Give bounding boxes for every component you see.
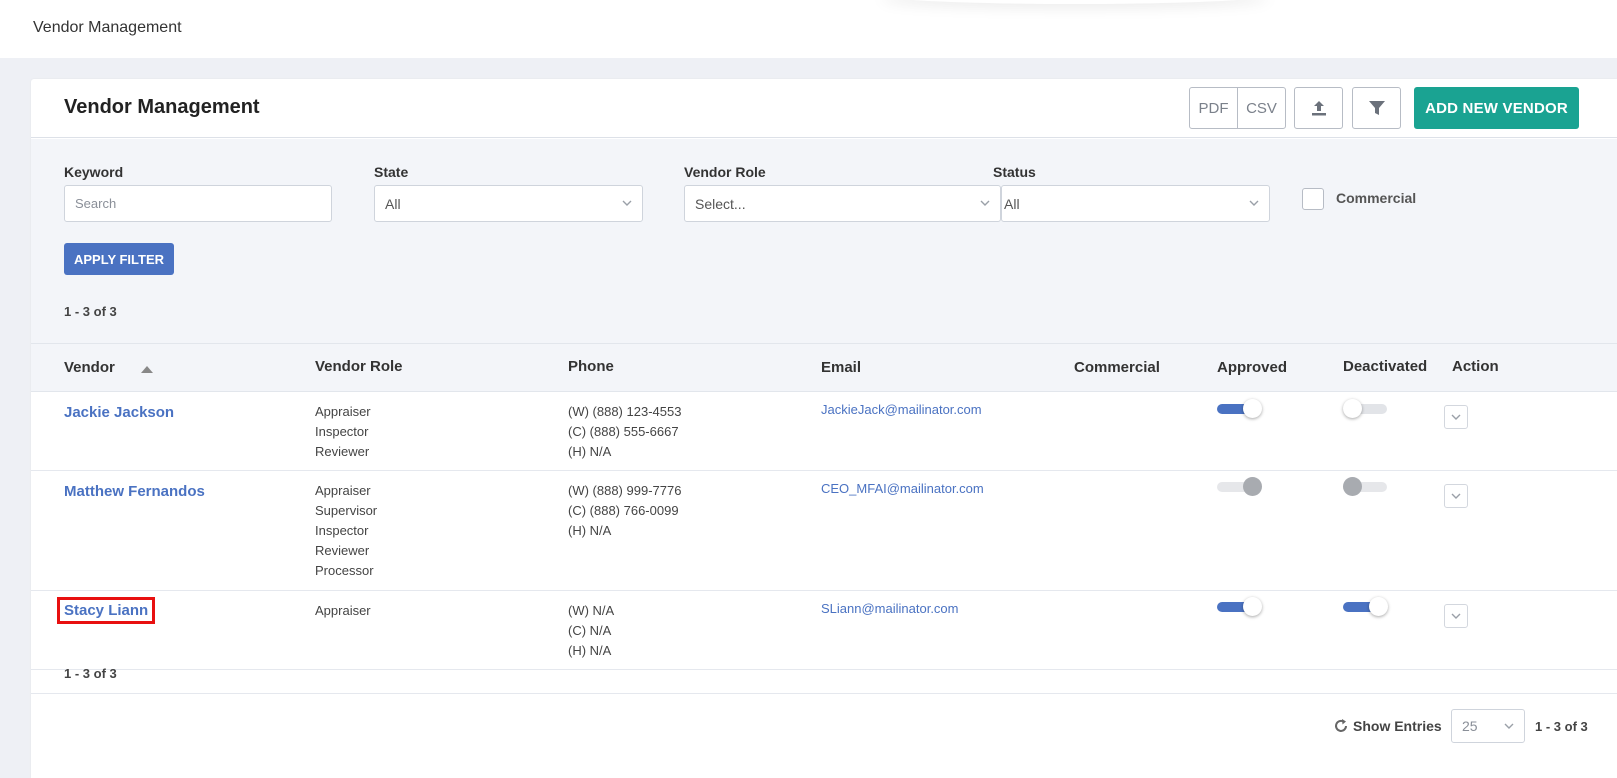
page-count: 1 - 3 of 3 [1535, 719, 1588, 734]
chevron-down-icon [1451, 613, 1461, 619]
column-header-vendor[interactable]: Vendor [64, 359, 115, 376]
phone-item: (C) N/A [568, 623, 612, 638]
status-select[interactable]: All [1001, 185, 1270, 222]
email-link[interactable]: CEO_MFAI@mailinator.com [821, 481, 984, 496]
pdf-export-button[interactable]: PDF [1190, 88, 1237, 128]
upload-icon [1311, 101, 1326, 116]
phone-cell: (W) (888) 123-4553 (C) (888) 555-6667 (H… [568, 402, 681, 462]
phone-item: (H) N/A [568, 523, 612, 538]
chevron-down-icon [1451, 414, 1461, 420]
vendor-role-item: Reviewer [315, 543, 370, 558]
sort-ascending-icon[interactable] [141, 366, 153, 373]
column-header-approved: Approved [1217, 359, 1288, 376]
phone-cell: (W) (888) 999-7776 (C) (888) 766-0099 (H… [568, 481, 681, 541]
column-header-phone: Phone [568, 358, 614, 375]
result-count-top: 1 - 3 of 3 [64, 304, 117, 319]
top-bar: Vendor Management [0, 0, 1617, 58]
chevron-down-icon [1249, 200, 1259, 206]
card-header: Vendor Management PDF CSV ADD NEW VENDOR [31, 79, 1617, 138]
status-label: Status [993, 164, 1036, 180]
phone-item: (H) N/A [568, 444, 612, 459]
phone-item: (C) (888) 555-6667 [568, 424, 679, 439]
vendor-roles-cell: Appraiser Supervisor Inspector Reviewer … [315, 481, 377, 581]
vendor-name-link[interactable]: Jackie Jackson [64, 404, 174, 421]
deactivated-toggle[interactable] [1343, 398, 1389, 418]
state-label: State [374, 164, 409, 180]
state-select[interactable]: All [374, 185, 643, 222]
commercial-checkbox[interactable] [1302, 188, 1324, 210]
vendor-name-link[interactable]: Stacy Liann [56, 597, 156, 624]
app-title: Vendor Management [33, 19, 182, 36]
vendor-role-item: Appraiser [315, 603, 371, 618]
column-header-deactivated: Deactivated [1343, 358, 1428, 375]
vendor-card: Vendor Management PDF CSV ADD NEW VENDOR… [31, 79, 1617, 778]
export-button-group: PDF CSV [1189, 87, 1286, 129]
top-shadow-decoration [880, 0, 1270, 4]
entries-value: 25 [1462, 718, 1478, 734]
deactivated-toggle[interactable] [1343, 476, 1389, 496]
commercial-checkbox-label: Commercial [1336, 190, 1417, 206]
vendor-role-item: Inspector [315, 424, 369, 439]
chevron-down-icon [622, 200, 632, 206]
entries-per-page-select[interactable]: 25 [1451, 709, 1525, 743]
vendor-role-item: Supervisor [315, 503, 378, 518]
keyword-placeholder: Search [75, 196, 117, 211]
action-dropdown[interactable] [1444, 405, 1468, 429]
column-header-email: Email [821, 359, 862, 376]
approved-toggle[interactable] [1217, 596, 1263, 616]
vendor-roles-cell: Appraiser Inspector Reviewer [315, 402, 371, 462]
phone-item: (W) (888) 999-7776 [568, 483, 682, 498]
keyword-label: Keyword [64, 164, 124, 180]
vendor-role-item: Processor [315, 563, 374, 578]
table-header: Vendor Vendor Role Phone Email Commercia… [31, 343, 1617, 392]
deactivated-toggle[interactable] [1343, 596, 1389, 616]
action-dropdown[interactable] [1444, 604, 1468, 628]
filter-icon [1368, 101, 1385, 115]
csv-export-button[interactable]: CSV [1237, 88, 1285, 128]
keyword-search-input[interactable]: Search [64, 185, 332, 222]
column-header-vendor-role: Vendor Role [315, 358, 403, 375]
vendor-role-item: Appraiser [315, 483, 371, 498]
vendor-roles-cell: Appraiser [315, 601, 371, 621]
refresh-icon [1335, 719, 1347, 732]
apply-filter-button[interactable]: APPLY FILTER [64, 243, 174, 275]
vendor-role-value: Select... [695, 195, 746, 212]
vendor-role-label: Vendor Role [684, 164, 766, 180]
chevron-down-icon [1504, 723, 1514, 729]
state-value: All [385, 195, 401, 212]
filter-toggle-button[interactable] [1352, 87, 1401, 129]
action-dropdown[interactable] [1444, 484, 1468, 508]
approved-toggle[interactable] [1217, 398, 1263, 418]
column-header-commercial: Commercial [1074, 359, 1160, 376]
column-header-action: Action [1452, 358, 1499, 375]
footer-divider [31, 693, 1617, 694]
show-entries-label: Show Entries [1353, 718, 1442, 734]
vendor-role-item: Inspector [315, 523, 369, 538]
vendor-role-item: Reviewer [315, 444, 370, 459]
add-new-vendor-button[interactable]: ADD NEW VENDOR [1414, 87, 1579, 129]
status-value: All [1004, 195, 1020, 212]
email-link[interactable]: SLiann@mailinator.com [821, 601, 958, 616]
vendor-role-item: Appraiser [315, 404, 371, 419]
chevron-down-icon [980, 200, 990, 206]
result-count-bottom: 1 - 3 of 3 [64, 666, 117, 681]
email-link[interactable]: JackieJack@mailinator.com [821, 402, 982, 417]
upload-button[interactable] [1294, 87, 1343, 129]
chevron-down-icon [1451, 493, 1461, 499]
phone-item: (W) (888) 123-4553 [568, 404, 682, 419]
phone-item: (W) N/A [568, 603, 615, 618]
table-row: Matthew Fernandos Appraiser Supervisor I… [31, 471, 1617, 591]
vendor-name-link[interactable]: Matthew Fernandos [64, 483, 205, 500]
phone-item: (C) (888) 766-0099 [568, 503, 679, 518]
phone-item: (H) N/A [568, 643, 612, 658]
table-row: Stacy Liann Appraiser (W) N/A (C) N/A (H… [31, 591, 1617, 670]
show-entries-control[interactable]: Show Entries [1333, 718, 1442, 734]
table-row: Jackie Jackson Appraiser Inspector Revie… [31, 392, 1617, 471]
approved-toggle[interactable] [1217, 476, 1263, 496]
phone-cell: (W) N/A (C) N/A (H) N/A [568, 601, 614, 661]
vendor-role-select[interactable]: Select... [684, 185, 1001, 222]
page-title: Vendor Management [64, 96, 260, 118]
